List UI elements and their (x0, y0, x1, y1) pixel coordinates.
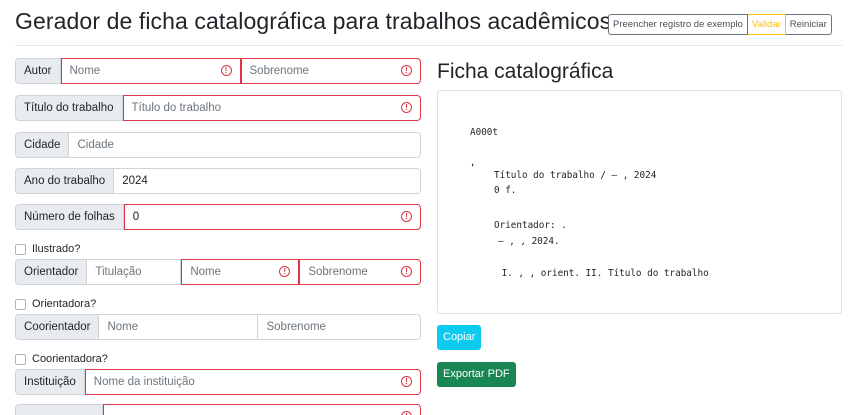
checkbox-box[interactable] (15, 298, 26, 310)
next-field-group: ! (15, 404, 421, 415)
orientador-nome-placeholder: Nome (190, 266, 222, 278)
coorientador-sobrenome-input[interactable]: Sobrenome (258, 314, 421, 340)
orientador-titulacao-placeholder: Titulação (95, 266, 142, 278)
ficha-title-line: Título do trabalho / — , 2024 (494, 170, 657, 181)
reset-button[interactable]: Reiniciar (785, 14, 832, 35)
autor-label: Autor (15, 58, 61, 84)
ficha-code: A000t (470, 127, 498, 138)
error-icon: ! (220, 65, 232, 76)
coorientador-nome-placeholder: Nome (107, 321, 139, 333)
ano-value: 2024 (122, 175, 148, 187)
ficha-pages-line: 0 f. (494, 185, 517, 196)
export-pdf-button[interactable]: Exportar PDF (437, 362, 516, 387)
autor-nome-placeholder: Nome (69, 65, 101, 77)
error-icon: ! (401, 376, 412, 387)
ano-group: Ano do trabalho 2024 (15, 168, 421, 194)
orientador-sobrenome-placeholder: Sobrenome (308, 266, 368, 278)
folhas-value: 0 (132, 211, 140, 223)
ficha-dash-line: — , , 2024. (498, 236, 560, 247)
folhas-input[interactable]: 0 ! (123, 204, 421, 230)
toolbar: Preencher registro de exemplo Validar Re… (608, 14, 832, 35)
folhas-label: Número de folhas (15, 204, 124, 230)
copy-button[interactable]: Copiar (437, 325, 482, 350)
titulo-placeholder: Título do trabalho (131, 102, 222, 114)
fill-example-button[interactable]: Preencher registro de exemplo (608, 14, 748, 35)
orientador-group: Orientador Titulação Nome ! Sobrenome ! (15, 259, 421, 285)
autor-group: Autor Nome ! Sobrenome ! (15, 58, 421, 84)
coorientador-label: Coorientador (15, 314, 100, 340)
instituicao-input[interactable]: Nome da instituição ! (84, 369, 421, 395)
coorientador-group: Coorientador Nome Sobrenome (15, 314, 421, 340)
coorientador-sobrenome-placeholder: Sobrenome (266, 321, 326, 333)
error-icon: ! (401, 411, 412, 415)
titulo-label: Título do trabalho (15, 95, 123, 121)
ilustrado-label: Ilustrado? (32, 243, 81, 255)
coorientadora-label: Coorientadora? (32, 353, 108, 365)
ano-label: Ano do trabalho (15, 168, 115, 194)
instituicao-placeholder: Nome da instituição (93, 376, 195, 388)
folhas-group: Número de folhas 0 ! (15, 204, 421, 230)
form: Autor Nome ! Sobrenome ! Título do traba… (15, 0, 421, 415)
ilustrado-checkbox[interactable]: Ilustrado? (15, 243, 80, 255)
error-icon: ! (401, 102, 412, 113)
orientadora-label: Orientadora? (32, 298, 97, 310)
ficha-title: Ficha catalográfica (437, 60, 614, 83)
orientador-label: Orientador (15, 259, 88, 285)
validate-button[interactable]: Validar (747, 14, 786, 35)
autor-sobrenome-input[interactable]: Sobrenome ! (240, 58, 421, 84)
instituicao-label: Instituição (15, 369, 85, 395)
cidade-input[interactable]: Cidade (69, 132, 421, 158)
ficha-orientador-line: Orientador: . (494, 220, 567, 231)
error-icon: ! (401, 266, 412, 277)
titulo-group: Título do trabalho Título do trabalho ! (15, 95, 421, 121)
error-icon: ! (279, 266, 291, 277)
cidade-label: Cidade (15, 132, 70, 158)
ano-input[interactable]: 2024 (114, 168, 421, 194)
cidade-group: Cidade Cidade (15, 132, 421, 158)
next-field-label (15, 404, 103, 415)
titulo-input[interactable]: Título do trabalho ! (122, 95, 421, 121)
error-icon: ! (401, 65, 412, 76)
coorientadora-checkbox[interactable]: Coorientadora? (15, 353, 108, 365)
orientador-nome-input[interactable]: Nome ! (181, 259, 300, 285)
instituicao-group: Instituição Nome da instituição ! (15, 369, 421, 395)
next-field-input[interactable]: ! (103, 404, 421, 415)
coorientador-nome-input[interactable]: Nome (99, 314, 259, 340)
orientadora-checkbox[interactable]: Orientadora? (15, 298, 96, 310)
ficha-card: A000t , Título do trabalho / — , 2024 0 … (437, 90, 842, 314)
orientador-titulacao-input[interactable]: Titulação (87, 259, 182, 285)
ficha-comma: , (470, 157, 476, 168)
cidade-placeholder: Cidade (77, 139, 114, 151)
error-icon: ! (401, 211, 412, 222)
orientador-sobrenome-input[interactable]: Sobrenome ! (299, 259, 421, 285)
autor-nome-input[interactable]: Nome ! (60, 58, 241, 84)
checkbox-box[interactable] (15, 353, 26, 365)
ficha-subjects-line: I. , , orient. II. Título do trabalho (496, 268, 709, 279)
autor-sobrenome-placeholder: Sobrenome (249, 65, 309, 77)
checkbox-box[interactable] (15, 243, 26, 255)
